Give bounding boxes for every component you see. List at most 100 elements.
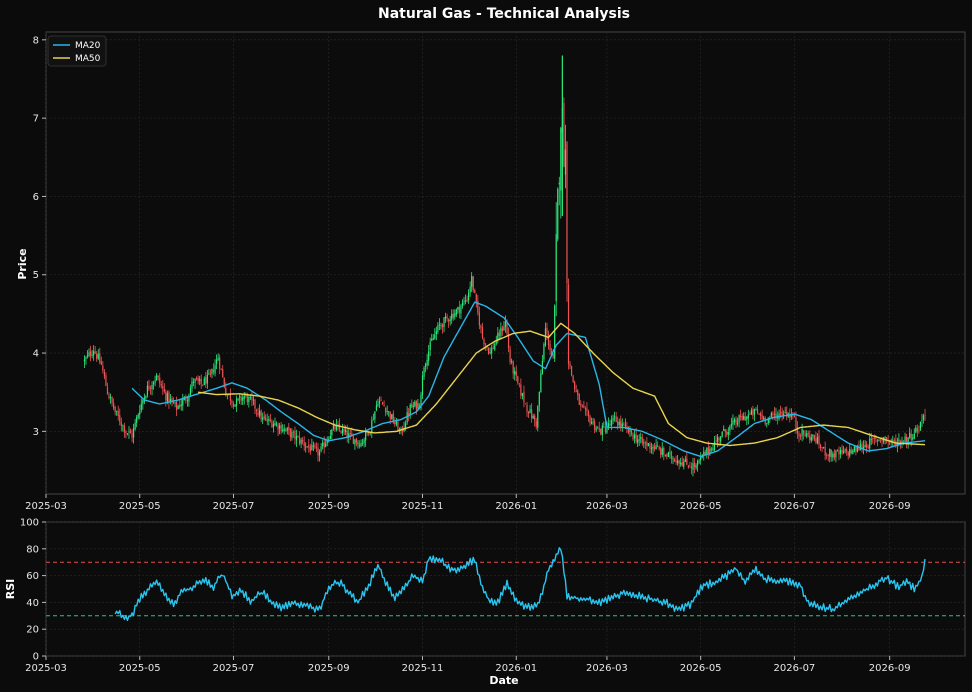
candle-body: [394, 422, 396, 425]
candle-body: [152, 382, 155, 385]
candle-body: [365, 431, 367, 441]
candle-body: [795, 417, 797, 429]
candle-body: [809, 435, 811, 441]
candle-body: [526, 404, 528, 412]
candle-body: [452, 313, 454, 319]
candle-body: [692, 463, 694, 470]
candle-body: [111, 396, 113, 403]
candle-body: [770, 412, 772, 417]
candle-body: [197, 378, 199, 382]
candle-body: [893, 439, 895, 441]
candle-body: [340, 430, 342, 434]
candle-body: [200, 379, 202, 385]
candle-body: [721, 431, 723, 438]
candle-body: [437, 325, 439, 332]
candle-body: [749, 414, 751, 415]
candle-body: [434, 334, 436, 339]
candle-body: [86, 355, 89, 357]
candle-body: [302, 439, 304, 442]
candle-body: [315, 446, 318, 448]
rsi-x-tick-label: 2026-05: [680, 663, 722, 674]
candle-body: [298, 437, 301, 444]
candle-body: [604, 426, 606, 432]
rsi-y-tick-label: 80: [26, 544, 39, 555]
candle-body: [455, 309, 457, 315]
candle-body: [148, 385, 150, 389]
candle-body: [547, 333, 550, 346]
rsi-x-tick-label: 2025-07: [213, 663, 255, 674]
candle-body: [527, 411, 530, 414]
candle-body: [827, 454, 829, 456]
candle-body: [915, 427, 917, 433]
candle-body: [726, 431, 728, 435]
candle-body: [280, 424, 282, 432]
candle-body: [781, 411, 783, 416]
candle-body: [833, 453, 835, 458]
candle-body: [283, 428, 285, 432]
candle-body: [575, 390, 577, 392]
candle-body: [879, 439, 882, 441]
candle-body: [355, 438, 358, 443]
candle-body: [603, 426, 605, 428]
candle-body: [285, 429, 287, 431]
candle-body: [713, 441, 716, 450]
candle-body: [537, 406, 539, 428]
candle-body: [578, 394, 580, 405]
candle-body: [176, 401, 178, 410]
candle-body: [251, 396, 253, 400]
candle-body: [288, 427, 290, 430]
candle-body: [237, 398, 239, 400]
rsi-x-tick-label: 2025-11: [402, 663, 444, 674]
candle-body: [672, 458, 674, 460]
price-panel-frame: [45, 31, 966, 495]
candle-body: [775, 413, 777, 416]
candle-body: [667, 452, 669, 457]
candle-body: [483, 338, 485, 345]
candle-body: [100, 361, 102, 365]
candle-body: [332, 425, 334, 429]
candle-body: [641, 437, 643, 443]
candle-body: [798, 433, 800, 437]
candle-body: [512, 361, 514, 374]
candle-body: [589, 415, 591, 424]
candle-body: [354, 439, 356, 445]
candle-body: [489, 352, 491, 353]
candle-body: [684, 459, 686, 463]
candle-body: [239, 396, 241, 398]
candle-body: [524, 403, 527, 405]
candle-body: [630, 429, 633, 435]
price-y-tick-label: 6: [33, 192, 39, 203]
chart-root: Natural Gas - Technical Analysis Price R…: [0, 0, 972, 692]
candle-body: [323, 442, 325, 448]
candle-body: [810, 437, 812, 441]
candle-body: [503, 326, 505, 331]
candle-body: [428, 351, 430, 361]
candle-body: [458, 306, 460, 313]
price-x-tick-label: 2026-01: [495, 501, 537, 512]
candle-body: [652, 446, 654, 449]
candle-body: [266, 419, 268, 422]
candle-body: [572, 375, 574, 382]
rsi-x-tick-label: 2025-09: [308, 663, 350, 674]
candle-body: [105, 375, 107, 387]
candle-body: [693, 462, 696, 467]
candle-body: [803, 430, 805, 434]
candle-body: [500, 327, 502, 337]
candle-body: [446, 316, 448, 319]
candle-body: [240, 397, 242, 401]
candle-body: [377, 404, 379, 406]
candle-body: [532, 415, 534, 419]
candle-body: [202, 384, 204, 386]
candle-body: [706, 447, 708, 454]
candle-body: [380, 399, 382, 401]
candle-body: [389, 411, 391, 419]
candle-body: [747, 414, 749, 419]
candle-body: [113, 402, 115, 409]
candle-body: [480, 325, 482, 328]
candle-body: [853, 446, 855, 452]
candle-body: [741, 415, 743, 421]
candle-body: [773, 413, 776, 415]
candle-body: [205, 377, 207, 385]
candle-body: [609, 424, 611, 426]
candle-body: [815, 438, 817, 443]
